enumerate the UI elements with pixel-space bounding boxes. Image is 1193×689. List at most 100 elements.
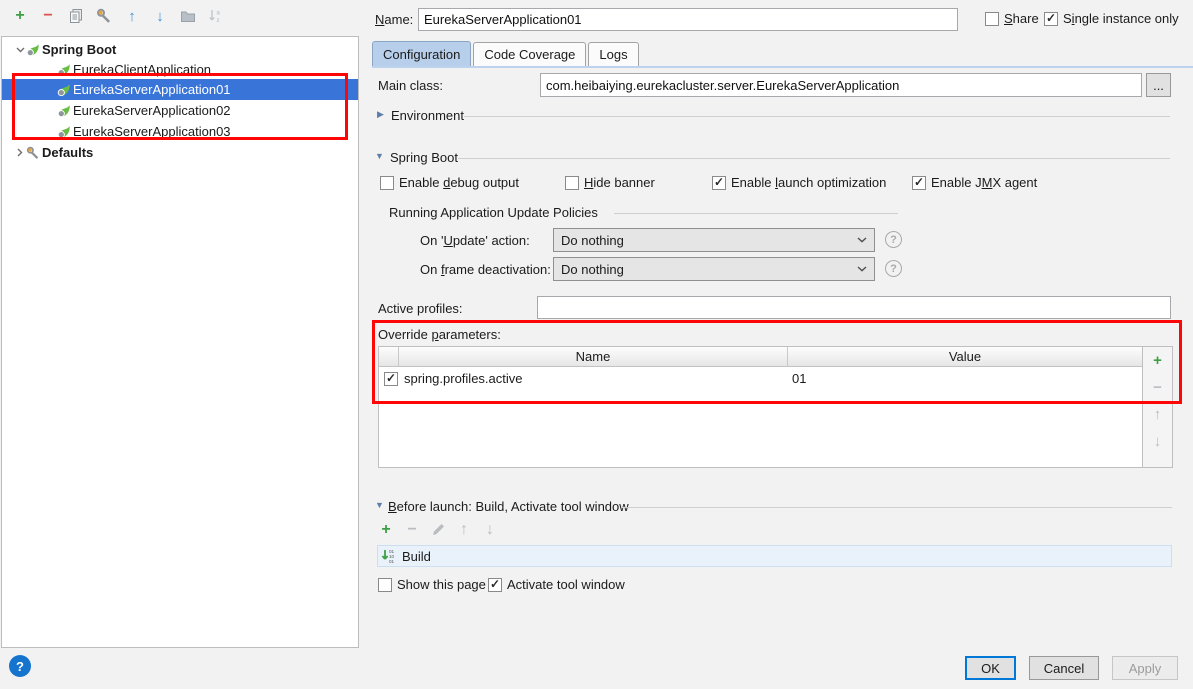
move-parameter-up-button[interactable]: ↑ — [1150, 406, 1166, 422]
checkbox-box[interactable]: ✓ — [488, 578, 502, 592]
active-profiles-input[interactable] — [537, 296, 1171, 319]
edit-task-button[interactable] — [430, 522, 446, 538]
checkbox-box[interactable] — [380, 176, 394, 190]
tree-node-eureka-server-01[interactable]: EurekaServerApplication01 — [2, 79, 358, 100]
cancel-button[interactable]: Cancel — [1029, 656, 1099, 680]
build-task-item[interactable]: 01 10 01 Build — [377, 545, 1172, 567]
activate-tool-window-label: Activate tool window — [507, 577, 625, 592]
section-separator — [464, 116, 1170, 117]
enable-jmx-agent-checkbox[interactable]: ✓ Enable JMX agent — [912, 175, 1037, 190]
add-configuration-button[interactable]: + — [12, 8, 28, 24]
wrench-icon — [26, 146, 40, 160]
checkbox-box[interactable] — [565, 176, 579, 190]
label-part: Enable — [399, 175, 443, 190]
label-part: ide banner — [593, 175, 654, 190]
move-task-up-button[interactable]: ↑ — [456, 522, 472, 538]
main-class-label: Main class: — [378, 78, 443, 93]
build-icon: 01 10 01 — [381, 548, 397, 564]
label-part: S — [1004, 11, 1013, 26]
section-separator — [458, 158, 1170, 159]
configurations-toolbar: + − ↑ ↓ a z — [12, 8, 224, 24]
move-parameter-down-button[interactable]: ↓ — [1150, 433, 1166, 449]
checkbox-box[interactable] — [985, 12, 999, 26]
checkbox-box[interactable]: ✓ — [712, 176, 726, 190]
label-part: aunch optimization — [778, 175, 886, 190]
single-instance-checkbox[interactable]: ✓ Single instance only — [1044, 11, 1179, 26]
chevron-down-icon — [857, 237, 867, 243]
tree-node-eureka-server-03[interactable]: EurekaServerApplication03 — [2, 121, 358, 142]
enable-debug-output-checkbox[interactable]: Enable debug output — [380, 175, 519, 190]
ok-button[interactable]: OK — [965, 656, 1016, 680]
before-launch-collapse-toggle[interactable]: ▼ — [375, 500, 384, 510]
table-header-row: Name Value — [379, 347, 1142, 367]
help-circle-icon[interactable]: ? — [885, 260, 902, 277]
tab-bar: Configuration Code Coverage Logs — [372, 42, 639, 66]
copy-icon — [68, 8, 84, 24]
remove-parameter-button[interactable]: − — [1150, 379, 1166, 395]
table-header-name[interactable]: Name — [399, 347, 788, 366]
checkbox-box[interactable] — [378, 578, 392, 592]
spring-boot-section-label: Spring Boot — [390, 150, 458, 165]
share-checkbox[interactable]: Share — [985, 11, 1039, 26]
parameter-name: spring.profiles.active — [404, 371, 523, 386]
remove-task-button[interactable]: − — [404, 522, 420, 538]
tab-logs[interactable]: Logs — [588, 42, 638, 66]
on-frame-deactivation-select[interactable]: Do nothing — [553, 257, 875, 281]
before-launch-toolbar: + − ↑ ↓ — [378, 522, 498, 538]
tree-node-eureka-client[interactable]: EurekaClientApplication — [2, 59, 358, 80]
apply-button[interactable]: Apply — [1112, 656, 1178, 680]
show-this-page-checkbox[interactable]: Show this page — [378, 577, 486, 592]
single-instance-label: Single instance only — [1063, 11, 1179, 26]
label-part: p — [431, 327, 438, 342]
main-class-input[interactable] — [540, 73, 1142, 97]
label-part: Enable — [731, 175, 775, 190]
parameter-value-cell[interactable]: 01 — [788, 371, 1142, 386]
add-parameter-button[interactable]: + — [1150, 352, 1166, 368]
chevron-down-icon — [857, 266, 867, 272]
name-input[interactable] — [418, 8, 958, 31]
checkbox-box[interactable]: ✓ — [912, 176, 926, 190]
move-up-button[interactable]: ↑ — [124, 8, 140, 24]
tree-node-defaults[interactable]: Defaults — [2, 142, 358, 163]
edit-defaults-button[interactable] — [96, 8, 112, 24]
remove-configuration-button[interactable]: − — [40, 8, 56, 24]
active-profiles-label: Active profiles: — [378, 301, 463, 316]
override-parameters-table: Name Value ✓ spring.profiles.active 01 — [378, 346, 1143, 468]
on-update-action-label: On 'Update' action: — [420, 233, 530, 248]
browse-main-class-button[interactable]: ... — [1146, 73, 1171, 97]
spring-boot-collapse-toggle[interactable]: ▼ — [375, 151, 384, 161]
label-part: B — [388, 499, 397, 514]
move-task-down-button[interactable]: ↓ — [482, 522, 498, 538]
configurations-tree-panel: Spring Boot EurekaClientApplication Eure… — [1, 36, 359, 648]
tab-label: Logs — [599, 47, 627, 62]
table-header-checkbox-column — [379, 347, 399, 366]
label-part: ebug output — [450, 175, 519, 190]
parameter-enabled-checkbox[interactable]: ✓ — [384, 372, 398, 386]
table-row[interactable]: ✓ spring.profiles.active 01 — [379, 367, 1142, 390]
tree-node-spring-boot[interactable]: Spring Boot — [2, 39, 358, 60]
chevron-down-icon[interactable] — [14, 44, 26, 56]
move-down-button[interactable]: ↓ — [152, 8, 168, 24]
hide-banner-checkbox[interactable]: Hide banner — [565, 175, 655, 190]
build-task-label: Build — [402, 549, 431, 564]
create-folder-button[interactable] — [180, 8, 196, 24]
label-part: H — [584, 175, 593, 190]
help-circle-icon[interactable]: ? — [885, 231, 902, 248]
activate-tool-window-checkbox[interactable]: ✓ Activate tool window — [488, 577, 625, 592]
add-task-button[interactable]: + — [378, 522, 394, 538]
enable-launch-optimization-checkbox[interactable]: ✓ Enable launch optimization — [712, 175, 886, 190]
chevron-right-icon[interactable] — [14, 147, 26, 159]
environment-expand-toggle[interactable]: ▶ — [377, 109, 384, 120]
help-button[interactable]: ? — [9, 655, 31, 677]
tab-code-coverage[interactable]: Code Coverage — [473, 42, 586, 66]
spring-boot-icon — [57, 83, 71, 97]
selected-option: Do nothing — [561, 233, 624, 248]
tab-configuration[interactable]: Configuration — [372, 41, 471, 66]
copy-configuration-button[interactable] — [68, 8, 84, 24]
checkbox-box[interactable]: ✓ — [1044, 12, 1058, 26]
table-header-value[interactable]: Value — [788, 347, 1142, 366]
tree-node-label: Spring Boot — [42, 42, 116, 57]
tree-node-eureka-server-02[interactable]: EurekaServerApplication02 — [2, 100, 358, 121]
on-update-action-select[interactable]: Do nothing — [553, 228, 875, 252]
enable-debug-output-label: Enable debug output — [399, 175, 519, 190]
